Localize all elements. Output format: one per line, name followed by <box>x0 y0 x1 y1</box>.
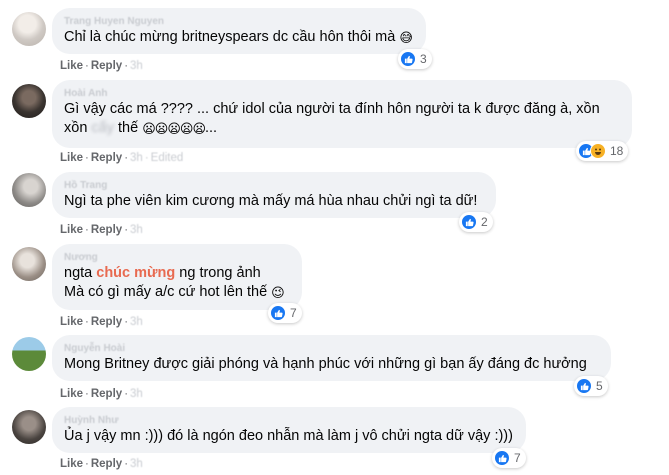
comment-author[interactable]: Hồ Trang <box>64 179 484 192</box>
comment-timestamp[interactable]: 3h <box>130 388 143 400</box>
comment-actions: Like · Reply · 3h <box>60 316 143 328</box>
reaction-summary[interactable]: 2 <box>459 212 493 232</box>
comment-author[interactable]: Huỳnh Như <box>64 414 514 427</box>
comment-author[interactable]: Trang Huyen Nguyen <box>64 15 414 28</box>
comment-timestamp[interactable]: 3h <box>130 458 143 470</box>
comment-text: Chỉ là chúc mừng britneyspears dc cầu hô… <box>64 28 414 47</box>
like-button[interactable]: Like <box>60 458 83 470</box>
comment-actions: Like · Reply · 3h <box>60 458 143 470</box>
reaction-summary[interactable]: 18 <box>576 141 629 161</box>
avatar[interactable] <box>12 410 46 444</box>
comment-bubble: Trang Huyen Nguyen Chỉ là chúc mừng brit… <box>52 8 426 54</box>
comment-bubble: Huỳnh Như Ủa j vậy mn :))) đó là ngón đe… <box>52 407 526 453</box>
separator-dot: · <box>85 224 89 236</box>
like-reaction-icon <box>461 214 477 230</box>
separator-dot: · <box>85 316 89 328</box>
like-button[interactable]: Like <box>60 152 83 164</box>
separator-dot: · <box>85 458 89 470</box>
reaction-count: 3 <box>420 52 427 66</box>
comment-text: Ngì ta phe viên kim cương mà mấy má hùa … <box>64 193 478 209</box>
reply-button[interactable]: Reply <box>91 316 122 328</box>
wink-emoji: 😉 <box>271 285 285 300</box>
reaction-summary[interactable]: 7 <box>492 448 526 468</box>
frowning-emoji-group: 😦😦😦😦😦 <box>142 121 206 136</box>
reply-button[interactable]: Reply <box>91 388 122 400</box>
avatar[interactable] <box>12 173 46 207</box>
comment-author[interactable]: Hoài Anh <box>64 87 620 100</box>
comment-timestamp[interactable]: 3h <box>130 316 143 328</box>
separator-dot: · <box>124 224 129 236</box>
reply-button[interactable]: Reply <box>91 60 122 72</box>
like-button[interactable]: Like <box>60 60 83 72</box>
highlighted-phrase[interactable]: chúc mừng <box>96 265 175 281</box>
comment-text-body: Chỉ là chúc mừng britneyspears dc cầu hô… <box>64 29 396 45</box>
comment-actions: Like · Reply · 3h · Edited <box>60 152 183 164</box>
reply-button[interactable]: Reply <box>91 458 122 470</box>
haha-reaction-icon <box>590 143 606 159</box>
comment-text-word: ngta <box>64 265 93 281</box>
separator-dot: · <box>124 60 129 72</box>
comment-text-line-1: Gì vậy các má ???? ... chứ idol của ngườ… <box>64 101 600 117</box>
separator-dot: · <box>124 388 129 400</box>
comment-text-word: ng trong ảnh <box>179 265 261 281</box>
like-reaction-icon <box>494 450 510 466</box>
comment-text-word: thế <box>118 120 139 136</box>
avatar[interactable] <box>12 247 46 281</box>
comment-author[interactable]: Nương <box>64 251 290 264</box>
comment-bubble: Nguyễn Hoài Mong Britney được giải phóng… <box>52 335 611 381</box>
comment-text-tail: ... <box>205 120 218 136</box>
comment-actions: Like · Reply · 3h <box>60 224 143 236</box>
comment-bubble: Hoài Anh Gì vậy các má ???? ... chứ idol… <box>52 80 632 148</box>
reaction-count: 7 <box>290 306 297 320</box>
comment-author[interactable]: Nguyễn Hoài <box>64 342 599 355</box>
reply-button[interactable]: Reply <box>91 224 122 236</box>
comment-text: Ủa j vậy mn :))) đó là ngón đeo nhẫn mà … <box>64 428 513 444</box>
reply-button[interactable]: Reply <box>91 152 122 164</box>
like-reaction-icon <box>576 378 592 394</box>
separator-dot: · <box>85 388 89 400</box>
reaction-count: 18 <box>610 144 624 158</box>
comment-text-body: Mà có gì mấy a/c cứ hot lên thế <box>64 284 268 300</box>
edited-label[interactable]: Edited <box>151 152 184 164</box>
like-button[interactable]: Like <box>60 316 83 328</box>
avatar[interactable] <box>12 337 46 371</box>
separator-dot: · <box>124 152 129 164</box>
comment-text-word: xồn <box>64 120 88 136</box>
reaction-count: 5 <box>596 379 603 393</box>
separator-dot: · <box>124 458 129 470</box>
comment-text-line-2: Mà có gì mấy a/c cứ hot lên thế 😉 <box>64 283 290 302</box>
blurred-word: cấy <box>91 120 114 136</box>
comment-bubble: Nương ngta chúc mừng ng trong ảnh Mà có … <box>52 244 302 310</box>
like-button[interactable]: Like <box>60 388 83 400</box>
like-reaction-icon <box>400 51 416 67</box>
like-button[interactable]: Like <box>60 224 83 236</box>
comment-actions: Like · Reply · 3h <box>60 388 143 400</box>
comment-timestamp[interactable]: 3h <box>130 224 143 236</box>
comment-actions: Like · Reply · 3h <box>60 60 143 72</box>
sweat-smile-emoji: 😅 <box>399 30 413 45</box>
reaction-summary[interactable]: 5 <box>574 376 608 396</box>
comment-timestamp[interactable]: 3h <box>130 60 143 72</box>
reaction-summary[interactable]: 7 <box>268 303 302 323</box>
separator-dot: · <box>124 316 129 328</box>
comment-text: Mong Britney được giải phóng và hạnh phú… <box>64 356 587 372</box>
comment-text-line-1: ngta chúc mừng ng trong ảnh <box>64 264 290 283</box>
reaction-count: 7 <box>514 451 521 465</box>
avatar[interactable] <box>12 12 46 46</box>
avatar[interactable] <box>12 84 46 118</box>
separator-dot: · <box>85 152 89 164</box>
comment-text-line-2: xồn cấy thế 😦😦😦😦😦... <box>64 119 620 138</box>
comment-bubble: Hồ Trang Ngì ta phe viên kim cương mà mấ… <box>52 172 496 218</box>
reaction-summary[interactable]: 3 <box>398 49 432 69</box>
reaction-count: 2 <box>481 215 488 229</box>
comment-timestamp[interactable]: 3h <box>130 152 143 164</box>
like-reaction-icon <box>270 305 286 321</box>
separator-dot: · <box>85 60 89 72</box>
separator-dot: · <box>144 152 149 164</box>
